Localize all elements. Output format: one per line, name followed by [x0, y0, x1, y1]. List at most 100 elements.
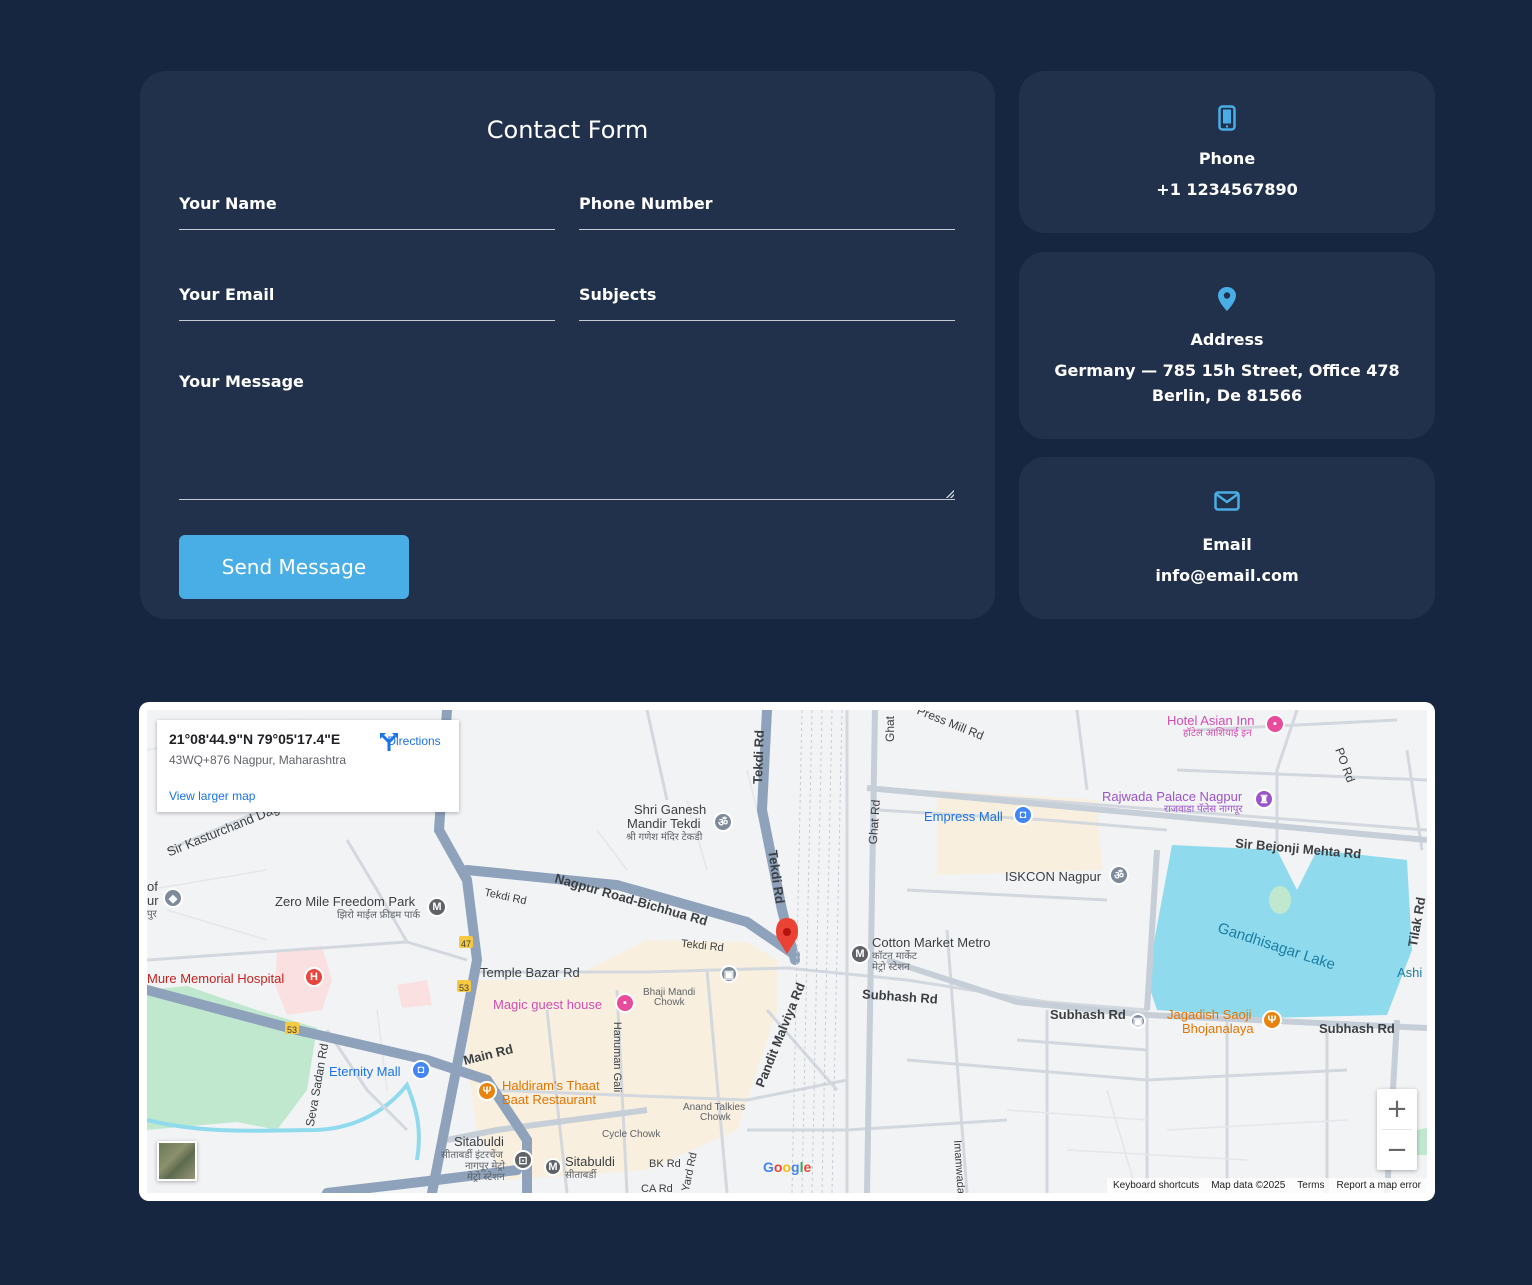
- shopping-icon[interactable]: ◘: [1013, 805, 1033, 825]
- contact-form-card: Contact Form Send Message: [140, 71, 995, 619]
- cotton-market-label[interactable]: Cotton Market Metro: [872, 936, 991, 950]
- map-attribution-bar: Keyboard shortcuts Map data ©2025 Terms …: [1107, 1178, 1427, 1193]
- haldirams-label[interactable]: Haldiram's Thaat: [502, 1079, 600, 1093]
- bk-rd-label: BK Rd: [649, 1158, 681, 1170]
- ca-rd-label: CA Rd: [641, 1183, 673, 1193]
- name-input[interactable]: [179, 194, 555, 213]
- report-error-link[interactable]: Report a map error: [1337, 1180, 1421, 1191]
- rajwada-sub: राजवाडा पॅलेस नागपूर: [1164, 804, 1243, 815]
- view-larger-map-link[interactable]: View larger map: [169, 789, 255, 803]
- map-pin-icon: [1019, 286, 1435, 312]
- form-title: Contact Form: [486, 116, 649, 144]
- ashi-label: Ashi: [1397, 965, 1423, 980]
- hotel-icon[interactable]: ▪: [1265, 714, 1285, 734]
- subject-field-wrapper: [579, 285, 955, 321]
- google-logo-letter: o: [782, 1159, 792, 1175]
- envelope-icon: [1019, 491, 1435, 511]
- hotel-asian-label[interactable]: Hotel Asian Inn: [1167, 714, 1254, 728]
- hotel-asian-sub: हॉटेल आशियाई इन: [1183, 728, 1252, 739]
- email-field-wrapper: [179, 285, 555, 321]
- restaurant-icon[interactable]: Ψ: [477, 1081, 497, 1101]
- bhojanalaya-label: Bhojanalaya: [1182, 1021, 1254, 1036]
- phone-card: Phone +1 1234567890: [1019, 71, 1435, 233]
- directions-button[interactable]: Directions: [379, 732, 449, 751]
- restaurant-icon[interactable]: Ψ: [1262, 1010, 1282, 1030]
- email-value: info@email.com: [1155, 566, 1299, 585]
- shopping-icon[interactable]: ◘: [411, 1060, 431, 1080]
- sitabuldi-sub: मेट्रो स्टेशन: [467, 1172, 505, 1183]
- phone-field-wrapper: [579, 194, 955, 230]
- baat-restaurant-label: Baat Restaurant: [502, 1092, 596, 1107]
- address-card: Address Germany — 785 15h Street, Office…: [1019, 252, 1435, 439]
- map-data-label: Map data ©2025: [1211, 1180, 1286, 1191]
- bhaji-chowk-label: Chowk: [654, 997, 685, 1008]
- phone-value: +1 1234567890: [1156, 180, 1298, 199]
- metro-icon[interactable]: M: [544, 1158, 562, 1176]
- rajwada-label[interactable]: Rajwada Palace Nagpur: [1102, 790, 1242, 804]
- zoom-in-button[interactable]: +: [1377, 1089, 1417, 1129]
- zero-mile-sub: झिरो माईल फ्रीडम पार्क: [337, 910, 421, 921]
- message-textarea[interactable]: [179, 372, 955, 492]
- iskcon-label[interactable]: ISKCON Nagpur: [1005, 870, 1101, 884]
- address-value: Germany — 785 15h Street, Office 478 Ber…: [1054, 361, 1400, 405]
- hotel-icon[interactable]: ▪: [615, 993, 635, 1013]
- bus-icon[interactable]: ▣: [720, 965, 738, 983]
- google-logo-letter: e: [803, 1159, 812, 1175]
- temple-bazar-rd-label: Temple Bazar Rd: [480, 965, 580, 980]
- phone-label: Phone: [1198, 149, 1256, 168]
- ganesh-sub: श्री गणेश मंदिर टेकडी: [626, 832, 703, 843]
- train-icon[interactable]: ⊡: [513, 1150, 533, 1170]
- subhash-rd-label: Subhash Rd: [1319, 1021, 1395, 1036]
- partial-label: of: [147, 879, 158, 894]
- keyboard-shortcuts-link[interactable]: Keyboard shortcuts: [1113, 1180, 1199, 1191]
- landmark-icon[interactable]: ♜: [1254, 789, 1274, 809]
- temple-icon[interactable]: ॐ: [713, 812, 733, 832]
- place-plus-code: 43WQ+876 Nagpur, Maharashtra: [169, 753, 347, 767]
- metro-icon[interactable]: M: [427, 897, 447, 917]
- partial-label: पुर: [147, 909, 157, 920]
- mure-hospital-label[interactable]: Mure Memorial Hospital: [147, 972, 284, 986]
- sitabuldi-label[interactable]: Sitabuldi: [454, 1135, 504, 1149]
- ghat-rd-top-label: Ghat: [883, 715, 898, 743]
- sitabuldi-label[interactable]: Sitabuldi: [565, 1155, 615, 1169]
- metro-icon[interactable]: M: [850, 944, 870, 964]
- phone-input[interactable]: [579, 194, 955, 213]
- mobile-phone-icon: [1019, 105, 1435, 131]
- send-message-button[interactable]: Send Message: [179, 535, 409, 599]
- place-info-panel: 21°08'44.9"N 79°05'17.4"E 43WQ+876 Nagpu…: [157, 720, 459, 812]
- zoom-out-button[interactable]: −: [1377, 1130, 1417, 1170]
- place-coords: 21°08'44.9"N 79°05'17.4"E: [169, 731, 341, 747]
- google-logo-letter: G: [763, 1159, 774, 1175]
- school-icon[interactable]: ◆: [163, 888, 183, 908]
- hospital-icon[interactable]: H: [304, 967, 324, 987]
- anand-chowk-label: Chowk: [700, 1112, 731, 1123]
- eternity-mall-label[interactable]: Eternity Mall: [329, 1065, 401, 1079]
- route-47-label: 47: [461, 939, 472, 949]
- bus-icon[interactable]: ▣: [1130, 1013, 1146, 1029]
- map-embed: 47 53 53 Hotel Asian Inn हॉटेल आशियाई इन…: [139, 702, 1435, 1201]
- route-53-label: 53: [459, 983, 470, 993]
- zoom-control: + −: [1377, 1089, 1417, 1170]
- mandir-tekdi-label: Mandir Tekdi: [627, 816, 701, 831]
- email-label: Email: [1202, 535, 1252, 554]
- satellite-toggle-button[interactable]: [157, 1141, 197, 1181]
- address-label: Address: [1190, 330, 1264, 349]
- cotton-market-sub: मेट्रो स्टेशन: [872, 962, 910, 973]
- message-field-wrapper: [179, 372, 955, 500]
- sitabuldi-sub: सीताबर्डी: [565, 1170, 597, 1181]
- subject-input[interactable]: [579, 285, 955, 304]
- resize-grip-icon[interactable]: [946, 490, 954, 498]
- map-canvas[interactable]: 47 53 53 Hotel Asian Inn हॉटेल आशियाई इन…: [147, 710, 1427, 1193]
- temple-icon[interactable]: ॐ: [1109, 865, 1129, 885]
- name-field-wrapper: [179, 194, 555, 230]
- empress-mall-label[interactable]: Empress Mall: [924, 810, 1003, 824]
- shri-ganesh-label[interactable]: Shri Ganesh: [634, 803, 706, 817]
- magic-guest-label[interactable]: Magic guest house: [493, 998, 602, 1012]
- partial-label: ur: [147, 893, 159, 908]
- terms-link[interactable]: Terms: [1297, 1180, 1324, 1191]
- google-logo-letter: g: [791, 1159, 800, 1175]
- subhash-rd-label: Subhash Rd: [1050, 1007, 1126, 1022]
- zero-mile-label[interactable]: Zero Mile Freedom Park: [275, 895, 415, 909]
- jagadish-label[interactable]: Jagadish Saoji: [1167, 1008, 1252, 1022]
- email-input[interactable]: [179, 285, 555, 304]
